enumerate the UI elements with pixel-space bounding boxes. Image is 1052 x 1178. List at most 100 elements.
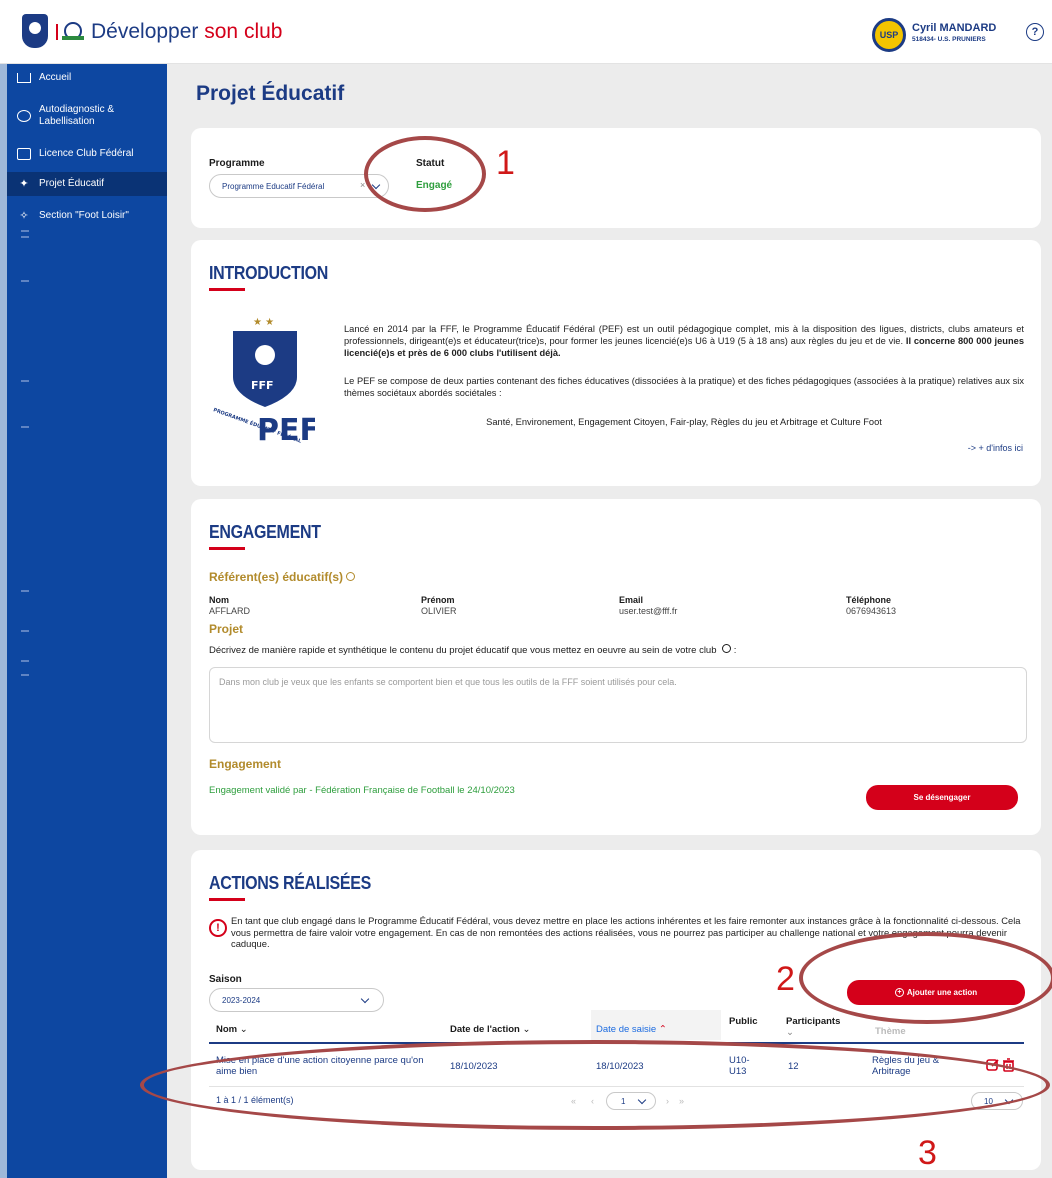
intro-themes: Santé, Environement, Engagement Citoyen,… [486,417,882,427]
chevron-up-icon: ⌃ [658,1024,667,1035]
col-participants[interactable]: Participants ⌄ [786,1016,840,1038]
badge-check-icon [17,110,31,122]
sidebar-placeholder [21,380,29,382]
app-title[interactable]: Développer son club [91,20,282,44]
sidebar-item-licence[interactable]: Licence Club Fédéral [7,148,167,160]
actions-title: ACTIONS RÉALISÉES [209,874,372,894]
projet-textarea[interactable]: Dans mon club je veux que les enfants se… [209,667,1027,743]
logo-fff-text: FFF [251,379,274,392]
section-underline [209,547,245,550]
programme-select[interactable]: Programme Educatif Fédéral × [209,174,389,198]
app-title-main: Développer [91,20,199,43]
section-underline [209,288,245,291]
col-nom-label: Nom [216,1024,238,1035]
introduction-title: INTRODUCTION [209,264,329,284]
email-value: user.test@fff.fr [619,606,678,616]
prenom-label: Prénom [421,595,455,605]
chevron-down-icon: ⌄ [786,1027,794,1038]
annotation-number-2: 2 [776,960,795,998]
col-date-saisie[interactable]: Date de saisie ⌃ [596,1024,667,1035]
programme-card: Programme Programme Educatif Fédéral × S… [191,128,1041,228]
chevron-down-icon [360,994,370,1004]
annotation-number-1: 1 [496,144,515,182]
saison-select[interactable]: 2023-2024 [209,988,384,1012]
annotation-number-3: 3 [918,1134,937,1172]
home-icon [17,73,31,83]
sidebar-placeholder [21,236,29,238]
app-title-accent: son club [204,20,283,43]
top-header: Développer son club USP Cyril MANDARD 51… [0,0,1052,64]
engagement-card: ENGAGEMENT Référent(es) éducatif(s) Nom … [191,499,1041,835]
projet-question: Décrivez de manière rapide et synthétiqu… [209,644,737,656]
info-icon[interactable] [346,572,356,581]
col-participants-label: Participants [786,1016,841,1027]
sidebar-item-foot-loisir[interactable]: ✧ Section "Foot Loisir" [7,210,167,222]
referents-title: Référent(es) éducatif(s) [209,570,356,584]
saison-select-value: 2023-2024 [222,995,261,1005]
programme-select-value: Programme Educatif Fédéral [222,181,325,191]
grass-icon [62,36,84,40]
club-badge-icon[interactable]: USP [872,18,906,52]
info-icon[interactable] [722,644,732,653]
svg-text:★ ★: ★ ★ [253,317,274,328]
more-info-link[interactable]: -> + d'infos ici [968,443,1023,453]
chevron-down-icon: ⌄ [522,1024,531,1035]
user-club: 518434- U.S. PRUNIERS [912,36,986,43]
sidebar-placeholder [21,426,29,428]
running-player-icon: ✦ [19,178,29,190]
disengage-button[interactable]: Se désengager [866,785,1018,810]
sidebar-item-autodiagnostic[interactable]: Autodiagnostic & Labellisation [7,104,167,128]
saison-label: Saison [209,974,242,985]
engagement-title: ENGAGEMENT [209,523,321,543]
intro-paragraph-1: Lancé en 2014 par la FFF, le Programme É… [344,323,1024,359]
sidebar-placeholder [21,674,29,676]
logo-separator [56,24,58,40]
email-label: Email [619,595,644,605]
sidebar: Accueil Autodiagnostic & Labellisation L… [0,64,167,1178]
introduction-card: INTRODUCTION ★ ★ FFF PEF PROGRAMME ÉDUCA… [191,240,1041,486]
sidebar-item-accueil[interactable]: Accueil [7,72,167,84]
warning-icon: ! [209,919,227,937]
engagement-status: Engagement validé par - Fédération Franç… [209,785,515,796]
col-date-action[interactable]: Date de l'action ⌄ [450,1024,530,1035]
programme-label: Programme [209,158,265,169]
chevron-down-icon: ⌄ [239,1024,248,1035]
prenom-value: OLIVIER [421,606,457,616]
engagement-subtitle: Engagement [209,757,282,771]
sidebar-item-label: Accueil [39,72,72,83]
annotation-ellipse-3 [140,1040,1050,1130]
sidebar-item-label: Autodiagnostic & Labellisation [39,104,115,127]
sidebar-item-label: Projet Éducatif [39,178,105,189]
pef-logo-icon: ★ ★ FFF PEF PROGRAMME ÉDUCATIF FÉDÉRAL [212,317,315,445]
nom-value: AFFLARD [209,606,251,616]
projet-title: Projet [209,622,244,636]
annotation-ellipse-2 [799,932,1052,1024]
telephone-label: Téléphone [846,595,892,605]
sidebar-item-label: Section "Foot Loisir" [39,210,129,221]
fff-logo-icon[interactable] [22,14,48,48]
help-icon[interactable]: ? [1026,23,1044,41]
sidebar-item-projet-educatif[interactable]: ✦ Projet Éducatif [7,172,167,196]
nom-label: Nom [209,595,229,605]
sidebar-item-label: Licence Club Fédéral [39,148,134,159]
page-title: Projet Éducatif [196,82,345,105]
referents-title-text: Référent(es) éducatif(s) [209,570,344,584]
section-underline [209,898,245,901]
sidebar-placeholder [21,230,29,232]
intro-paragraph-2: Le PEF se compose de deux parties conten… [344,376,1024,398]
col-public[interactable]: Public [729,1016,758,1027]
projet-question-text: Décrivez de manière rapide et synthétiqu… [209,645,717,656]
kick-player-icon: ✧ [19,210,29,222]
document-icon [17,148,31,160]
sidebar-placeholder [21,590,29,592]
col-date-saisie-label: Date de saisie [596,1024,657,1035]
user-name[interactable]: Cyril MANDARD [912,22,996,34]
col-theme[interactable]: Thème [875,1026,906,1037]
sidebar-placeholder [21,660,29,662]
sidebar-placeholder [21,630,29,632]
sidebar-placeholder [21,280,29,282]
annotation-ellipse-1 [364,136,486,212]
col-date-action-label: Date de l'action [450,1024,520,1035]
col-nom[interactable]: Nom ⌄ [216,1024,248,1035]
telephone-value: 0676943613 [846,606,897,616]
